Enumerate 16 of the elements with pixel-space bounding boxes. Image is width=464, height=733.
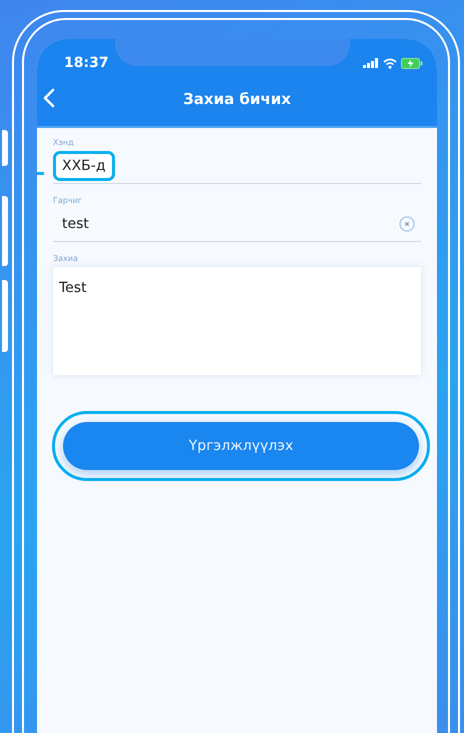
- field-label: Хэнд: [53, 138, 75, 147]
- back-button[interactable]: [43, 88, 55, 108]
- field-label: Гарчиг: [53, 196, 83, 205]
- field-value: ХХБ-д: [53, 151, 115, 181]
- signal-icon: [363, 58, 379, 68]
- screen-title: Захиа бичих: [183, 90, 291, 108]
- field-label: Захиа: [53, 254, 79, 263]
- field-value: Test: [59, 280, 87, 296]
- input-field[interactable]: test: [53, 209, 421, 242]
- status-time: 18:37: [64, 55, 109, 71]
- input-field[interactable]: ХХБ-д: [53, 151, 421, 184]
- message-textarea[interactable]: Test: [53, 267, 421, 375]
- wifi-icon: [383, 58, 397, 68]
- battery-icon: [401, 58, 423, 68]
- field-value: test: [61, 215, 90, 234]
- clear-icon[interactable]: [399, 216, 415, 232]
